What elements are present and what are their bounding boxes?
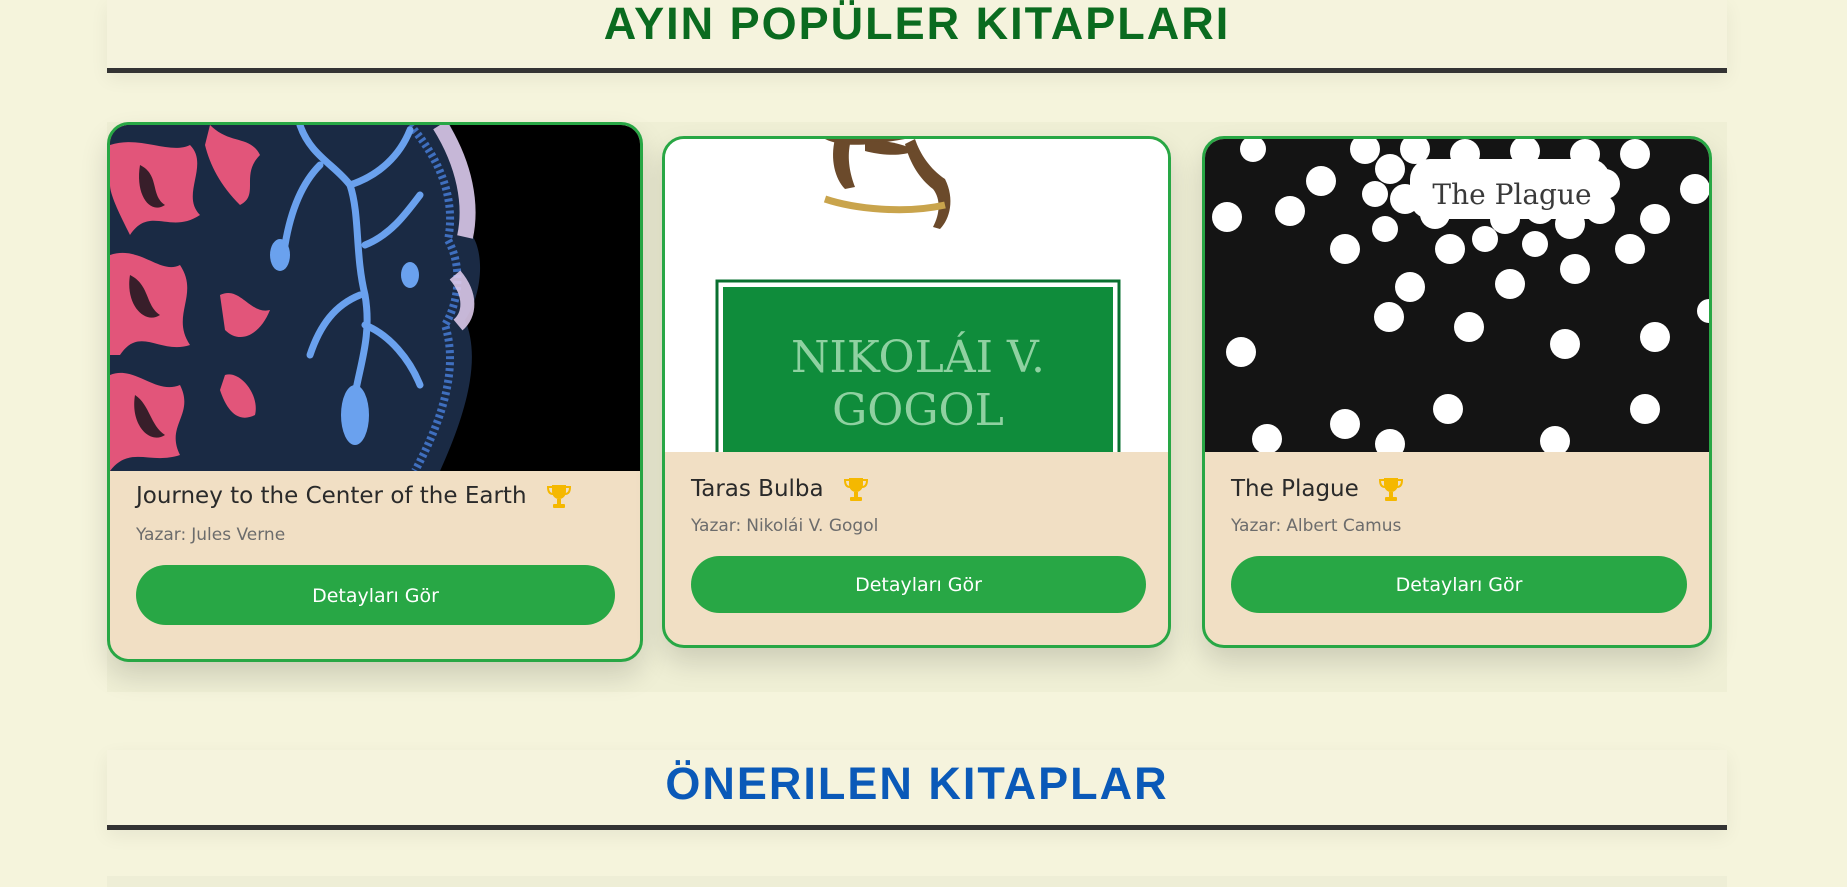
book-title[interactable]: Taras Bulba	[691, 476, 824, 502]
book-title-row: Taras Bulba	[691, 474, 1142, 504]
book-cover-taras-bulba[interactable]: NIKOLÁI V. GOGOL	[665, 139, 1168, 452]
cover-author-line-1: NIKOLÁI V.	[791, 330, 1045, 383]
book-title-row: Journey to the Center of the Earth	[136, 481, 614, 511]
popular-books-header: AYIN POPÜLER KITAPLARI	[107, 0, 1727, 73]
author-label: Yazar:	[1231, 516, 1282, 536]
book-cover-the-plague[interactable]: The Plague	[1205, 139, 1709, 452]
author-name: Albert Camus	[1286, 516, 1402, 536]
popular-books-title: AYIN POPÜLER KITAPLARI	[603, 0, 1231, 49]
recommended-books-area	[107, 876, 1727, 887]
book-title[interactable]: Journey to the Center of the Earth	[136, 483, 527, 509]
recommended-books-header: ÖNERILEN KITAPLAR	[107, 750, 1727, 830]
recommended-books-title: ÖNERILEN KITAPLAR	[665, 758, 1169, 809]
popular-books-carousel: Journey to the Center of the Earth Yazar…	[107, 122, 1727, 692]
view-details-button[interactable]: Detayları Gör	[136, 565, 615, 625]
book-title[interactable]: The Plague	[1231, 476, 1359, 502]
trophy-icon	[843, 478, 868, 501]
book-card-taras-bulba[interactable]: NIKOLÁI V. GOGOL Taras Bulba Yazar: Nikol…	[662, 136, 1171, 648]
view-details-button[interactable]: Detayları Gör	[1231, 556, 1687, 613]
cover-art-the-plague: The Plague	[1205, 139, 1709, 452]
cover-title: The Plague	[1432, 178, 1591, 211]
book-author: Yazar: Albert Camus	[1231, 516, 1683, 536]
book-title-row: The Plague	[1231, 474, 1683, 504]
author-label: Yazar:	[691, 516, 742, 536]
trophy-icon	[546, 485, 571, 508]
author-label: Yazar:	[136, 525, 187, 545]
author-name: Nikolái V. Gogol	[746, 516, 879, 536]
trophy-icon	[1378, 478, 1403, 501]
book-cover-journey[interactable]	[110, 125, 640, 471]
cover-art-taras-bulba: NIKOLÁI V. GOGOL	[665, 139, 1168, 452]
book-card-journey[interactable]: Journey to the Center of the Earth Yazar…	[107, 122, 643, 662]
author-name: Jules Verne	[191, 525, 286, 545]
book-author: Yazar: Jules Verne	[136, 525, 614, 545]
cover-art-journey	[110, 125, 640, 471]
book-author: Yazar: Nikolái V. Gogol	[691, 516, 1142, 536]
cover-author-line-2: GOGOL	[832, 385, 1004, 436]
view-details-button[interactable]: Detayları Gör	[691, 556, 1146, 613]
book-card-the-plague[interactable]: The Plague The Plague Yazar: Albert Camus…	[1202, 136, 1712, 648]
